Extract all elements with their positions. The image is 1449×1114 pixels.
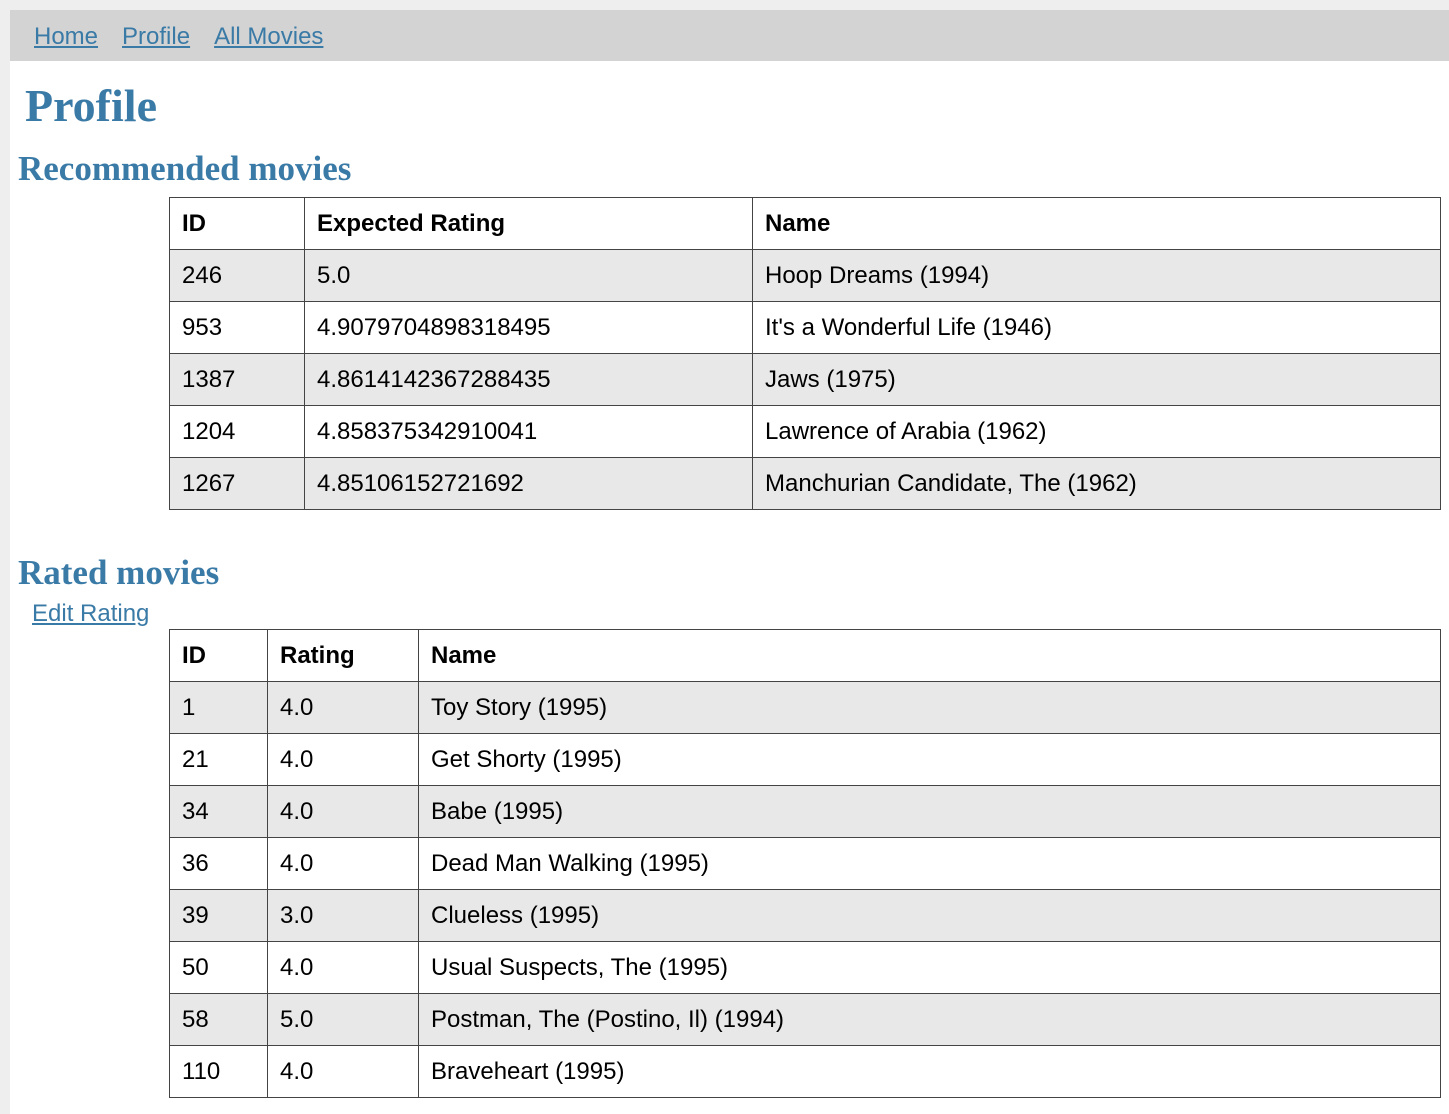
cell-id: 1267 [169,457,305,510]
table-row: 246 5.0 Hoop Dreams (1994) [169,249,1441,302]
cell-name: Hoop Dreams (1994) [752,249,1441,302]
cell-id: 21 [169,733,268,786]
table-row: 1267 4.85106152721692 Manchurian Candida… [169,457,1441,510]
cell-id: 1 [169,681,268,734]
cell-name: Lawrence of Arabia (1962) [752,405,1441,458]
top-navbar: Home Profile All Movies [10,10,1449,61]
edit-rating-link[interactable]: Edit Rating [32,600,149,628]
cell-rating: 4.0 [267,837,419,890]
cell-id: 34 [169,785,268,838]
page: Home Profile All Movies Profile Recommen… [10,10,1449,1114]
column-header-rating: Rating [267,629,419,682]
column-header-id: ID [169,629,268,682]
cell-name: Dead Man Walking (1995) [418,837,1441,890]
cell-rating: 4.0 [267,941,419,994]
cell-id: 39 [169,889,268,942]
cell-expected-rating: 5.0 [304,249,753,302]
cell-expected-rating: 4.9079704898318495 [304,301,753,354]
table-row: 21 4.0 Get Shorty (1995) [169,733,1441,786]
cell-id: 58 [169,993,268,1046]
table-row: 39 3.0 Clueless (1995) [169,889,1441,942]
nav-home-link[interactable]: Home [34,23,98,51]
cell-id: 1204 [169,405,305,458]
cell-name: Get Shorty (1995) [418,733,1441,786]
rated-movies-table: ID Rating Name 1 4.0 Toy Story (1995) 21… [169,629,1441,1098]
cell-id: 953 [169,301,305,354]
table-header-row: ID Expected Rating Name [169,197,1441,250]
column-header-id: ID [169,197,305,250]
cell-rating: 5.0 [267,993,419,1046]
table-row: 58 5.0 Postman, The (Postino, Il) (1994) [169,993,1441,1046]
page-title: Profile [25,80,157,131]
cell-rating: 4.0 [267,785,419,838]
column-header-name: Name [752,197,1441,250]
cell-name: Jaws (1975) [752,353,1441,406]
cell-expected-rating: 4.8614142367288435 [304,353,753,406]
cell-expected-rating: 4.858375342910041 [304,405,753,458]
column-header-expected-rating: Expected Rating [304,197,753,250]
cell-name: Toy Story (1995) [418,681,1441,734]
cell-id: 36 [169,837,268,890]
table-header-row: ID Rating Name [169,629,1441,682]
table-row: 1204 4.858375342910041 Lawrence of Arabi… [169,405,1441,458]
cell-name: Braveheart (1995) [418,1045,1441,1098]
cell-name: Babe (1995) [418,785,1441,838]
cell-name: It's a Wonderful Life (1946) [752,301,1441,354]
cell-rating: 4.0 [267,681,419,734]
table-row: 1387 4.8614142367288435 Jaws (1975) [169,353,1441,406]
table-row: 1 4.0 Toy Story (1995) [169,681,1441,734]
cell-rating: 4.0 [267,1045,419,1098]
nav-profile-link[interactable]: Profile [122,23,190,51]
cell-id: 246 [169,249,305,302]
cell-name: Usual Suspects, The (1995) [418,941,1441,994]
table-row: 953 4.9079704898318495 It's a Wonderful … [169,301,1441,354]
table-row: 34 4.0 Babe (1995) [169,785,1441,838]
column-header-name: Name [418,629,1441,682]
recommended-movies-table: ID Expected Rating Name 246 5.0 Hoop Dre… [169,197,1441,510]
cell-expected-rating: 4.85106152721692 [304,457,753,510]
recommended-movies-heading: Recommended movies [18,149,352,188]
cell-name: Clueless (1995) [418,889,1441,942]
table-row: 110 4.0 Braveheart (1995) [169,1045,1441,1098]
cell-name: Manchurian Candidate, The (1962) [752,457,1441,510]
nav-all-movies-link[interactable]: All Movies [214,23,323,51]
cell-rating: 3.0 [267,889,419,942]
rated-movies-heading: Rated movies [18,553,220,592]
table-row: 50 4.0 Usual Suspects, The (1995) [169,941,1441,994]
table-row: 36 4.0 Dead Man Walking (1995) [169,837,1441,890]
cell-name: Postman, The (Postino, Il) (1994) [418,993,1441,1046]
cell-rating: 4.0 [267,733,419,786]
cell-id: 50 [169,941,268,994]
cell-id: 110 [169,1045,268,1098]
cell-id: 1387 [169,353,305,406]
